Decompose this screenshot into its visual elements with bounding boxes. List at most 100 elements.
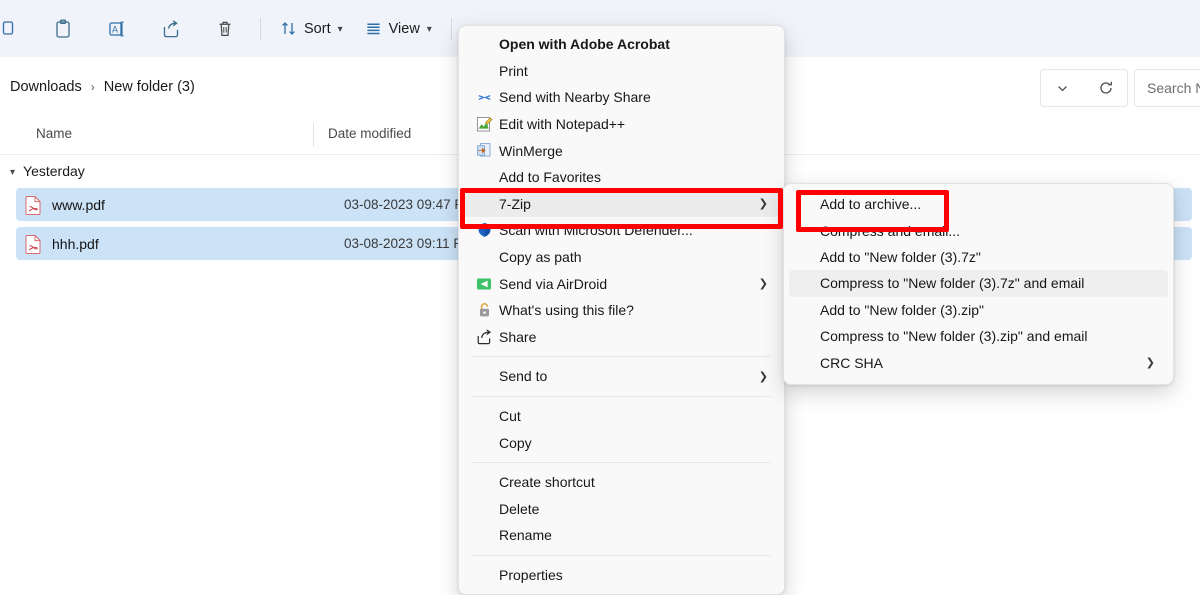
- sort-label: Sort: [304, 21, 331, 37]
- breadcrumb-item-newfolder[interactable]: New folder (3): [104, 79, 195, 95]
- menu-item-label: Send via AirDroid: [499, 276, 607, 292]
- pdf-file-icon: [24, 195, 42, 215]
- context-menu: Open with Adobe Acrobat Print Send with …: [458, 25, 785, 595]
- delete-icon[interactable]: [198, 9, 252, 49]
- menu-item-cut[interactable]: Cut: [463, 403, 780, 430]
- menu-item-copy[interactable]: Copy: [463, 429, 780, 456]
- search-placeholder: Search N: [1147, 80, 1200, 96]
- menu-separator: [471, 356, 771, 357]
- file-name: www.pdf: [52, 197, 105, 213]
- winmerge-icon: [469, 142, 499, 159]
- chevron-right-icon: ❯: [759, 197, 768, 210]
- chevron-down-icon: ▾: [10, 167, 15, 178]
- lock-icon: [469, 302, 499, 318]
- copy-icon[interactable]: [0, 9, 36, 49]
- menu-item-label: Send with Nearby Share: [499, 89, 651, 105]
- submenu-item-label: Compress to "New folder (3).7z" and emai…: [820, 275, 1084, 291]
- menu-item-label: Edit with Notepad++: [499, 116, 625, 132]
- file-date-modified: 03-08-2023 09:47 PM: [344, 197, 475, 212]
- refresh-icon[interactable]: [1089, 73, 1123, 103]
- chevron-down-icon: ▾: [338, 25, 343, 35]
- nearby-share-icon: [469, 90, 499, 105]
- notepadpp-icon: [469, 116, 499, 133]
- menu-item-copy-as-path[interactable]: Copy as path: [463, 244, 780, 271]
- breadcrumb-separator-icon: ›: [91, 80, 95, 94]
- submenu-item-label: Add to "New folder (3).7z": [820, 249, 981, 265]
- submenu-item-add-to-archive[interactable]: Add to archive...: [789, 191, 1168, 217]
- airdroid-icon: [469, 276, 499, 292]
- menu-item-label: Copy: [499, 435, 532, 451]
- svg-text:A: A: [112, 24, 118, 34]
- menu-item-edit-with-notepadpp[interactable]: Edit with Notepad++: [463, 111, 780, 138]
- group-header-label: Yesterday: [23, 163, 85, 179]
- column-header-date-modified[interactable]: Date modified ▾: [328, 126, 411, 141]
- menu-item-label: Scan with Microsoft Defender...: [499, 222, 693, 238]
- paste-icon[interactable]: [36, 9, 90, 49]
- pdf-file-icon: [24, 234, 42, 254]
- address-nav-buttons: [1040, 69, 1128, 107]
- chevron-right-icon: ❯: [759, 277, 768, 290]
- file-date-modified: 03-08-2023 09:11 PM: [344, 236, 474, 251]
- chevron-right-icon: ❯: [759, 370, 768, 383]
- menu-item-open-with-adobe-acrobat[interactable]: Open with Adobe Acrobat: [463, 31, 780, 58]
- menu-separator: [471, 555, 771, 556]
- chevron-down-icon: ▾: [427, 25, 432, 35]
- menu-item-label: Open with Adobe Acrobat: [499, 36, 670, 52]
- menu-item-label: Print: [499, 63, 528, 79]
- column-header-name[interactable]: Name: [36, 126, 72, 141]
- menu-item-label: Properties: [499, 567, 563, 583]
- menu-item-label: Share: [499, 329, 536, 345]
- toolbar-divider: [260, 18, 261, 40]
- submenu-item-compress-to-7z-and-email[interactable]: Compress to "New folder (3).7z" and emai…: [789, 270, 1168, 296]
- menu-item-label: Add to Favorites: [499, 169, 601, 185]
- column-divider: [313, 123, 314, 147]
- menu-item-send-with-nearby-share[interactable]: Send with Nearby Share: [463, 84, 780, 111]
- submenu-item-label: CRC SHA: [820, 355, 883, 371]
- menu-item-create-shortcut[interactable]: Create shortcut: [463, 469, 780, 496]
- chevron-right-icon: ❯: [1146, 356, 1155, 369]
- view-button[interactable]: View ▾: [354, 9, 443, 49]
- submenu-item-crc-sha[interactable]: CRC SHA ❯: [789, 349, 1168, 375]
- defender-shield-icon: [469, 222, 499, 238]
- menu-item-label: WinMerge: [499, 143, 563, 159]
- menu-item-label: Cut: [499, 408, 521, 424]
- sort-button[interactable]: Sort ▾: [269, 9, 354, 49]
- file-explorer-window: A: [0, 0, 1200, 593]
- menu-item-add-to-favorites[interactable]: Add to Favorites: [463, 164, 780, 191]
- menu-item-print[interactable]: Print: [463, 58, 780, 85]
- menu-item-properties[interactable]: Properties: [463, 562, 780, 589]
- menu-item-delete[interactable]: Delete: [463, 496, 780, 523]
- submenu-item-add-to-zip[interactable]: Add to "New folder (3).zip": [789, 297, 1168, 323]
- submenu-item-compress-and-email[interactable]: Compress and email...: [789, 217, 1168, 243]
- menu-item-label: Copy as path: [499, 249, 582, 265]
- submenu-item-label: Add to "New folder (3).zip": [820, 302, 984, 318]
- submenu-item-label: Add to archive...: [820, 196, 921, 212]
- menu-item-label: 7-Zip: [499, 196, 531, 212]
- breadcrumb-item-downloads[interactable]: Downloads: [10, 79, 82, 95]
- view-icon: [365, 20, 382, 37]
- menu-item-rename[interactable]: Rename: [463, 522, 780, 549]
- menu-item-label: Delete: [499, 501, 539, 517]
- search-input[interactable]: Search N: [1134, 69, 1200, 107]
- submenu-item-add-to-7z[interactable]: Add to "New folder (3).7z": [789, 244, 1168, 270]
- menu-item-label: What's using this file?: [499, 302, 634, 318]
- menu-item-7-zip[interactable]: 7-Zip ❯: [463, 191, 780, 218]
- submenu-item-compress-to-zip-and-email[interactable]: Compress to "New folder (3).zip" and ema…: [789, 323, 1168, 349]
- menu-item-whats-using-this-file[interactable]: What's using this file?: [463, 297, 780, 324]
- menu-item-label: Rename: [499, 527, 552, 543]
- share-icon[interactable]: [144, 9, 198, 49]
- menu-item-send-to[interactable]: Send to ❯: [463, 363, 780, 390]
- 7zip-submenu: Add to archive... Compress and email... …: [783, 183, 1174, 385]
- chevron-down-icon[interactable]: [1046, 73, 1080, 103]
- menu-item-scan-with-microsoft-defender[interactable]: Scan with Microsoft Defender...: [463, 217, 780, 244]
- menu-item-winmerge[interactable]: WinMerge: [463, 137, 780, 164]
- file-name: hhh.pdf: [52, 236, 99, 252]
- share-arrow-icon: [469, 329, 499, 345]
- view-label: View: [389, 21, 420, 37]
- menu-item-label: Create shortcut: [499, 474, 595, 490]
- submenu-item-label: Compress and email...: [820, 223, 960, 239]
- breadcrumb[interactable]: Downloads › New folder (3): [0, 69, 205, 105]
- rename-icon[interactable]: A: [90, 9, 144, 49]
- menu-item-share[interactable]: Share: [463, 324, 780, 351]
- menu-item-send-via-airdroid[interactable]: Send via AirDroid ❯: [463, 270, 780, 297]
